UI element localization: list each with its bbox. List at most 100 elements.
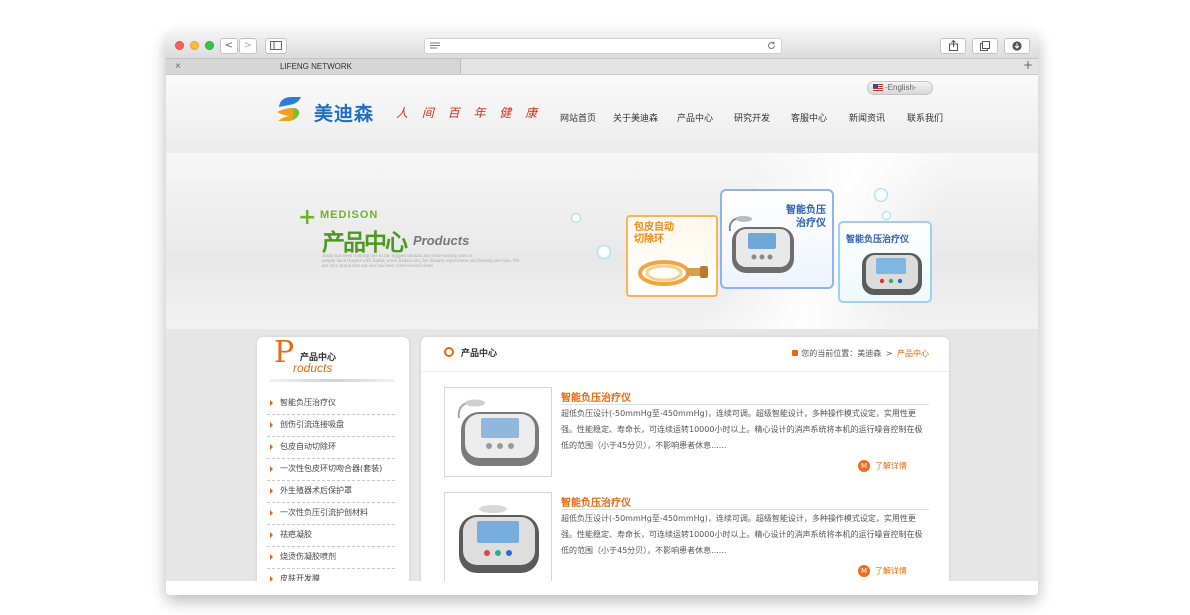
sidebar-item[interactable]: 智能负压治疗仪 [267, 392, 395, 415]
sidebar-toggle-button[interactable] [265, 38, 287, 54]
language-switch[interactable]: -English- [867, 81, 933, 95]
banner-card-device-small-label: 智能负压治疗仪 [846, 235, 910, 245]
share-button[interactable] [940, 38, 966, 54]
product-more-link[interactable]: M 了解详情 [858, 565, 907, 577]
arrow-right-icon [270, 488, 273, 494]
bubble-decoration [597, 245, 611, 259]
tab-title: LIFENG NETWORK [280, 62, 353, 71]
more-badge-icon: M [858, 460, 870, 472]
nav-news[interactable]: 新闻资讯 [849, 111, 885, 124]
reader-icon [430, 42, 440, 49]
breadcrumb-separator: > [885, 349, 893, 358]
sidebar-item[interactable]: 创伤引流连接吸盘 [267, 414, 395, 437]
brand-logo-icon [277, 97, 301, 122]
sidebar-icon [270, 41, 282, 50]
arrow-right-icon [270, 444, 273, 450]
brand-slogan: 人 间 百 年 健 康 [396, 106, 543, 120]
arrow-right-icon [270, 510, 273, 516]
tab-active[interactable]: × LIFENG NETWORK [166, 59, 461, 74]
product-description: 超低负压设计(-50mmHg至-450mmHg)，连续可调。超级智能设计，多种操… [561, 409, 923, 450]
banner-card-device-small[interactable]: 智能负压治疗仪 [838, 221, 932, 303]
panel-heading: 产品中心 [461, 349, 498, 359]
nav-home[interactable]: 网站首页 [560, 111, 596, 124]
forward-button[interactable]: > [239, 38, 257, 54]
product-image [459, 505, 539, 573]
chevron-right-icon: > [243, 40, 253, 51]
sidebar-item[interactable]: 包皮自动切除环 [267, 436, 395, 459]
vacuum-therapy-device-icon [728, 216, 794, 273]
product-sidebar: P 产品中心 roducts 智能负压治疗仪 创伤引流连接吸盘 包皮自动切除环 … [257, 335, 409, 581]
panel-header: 产品中心 您的当前位置：美迪森 > 产品中心 [421, 337, 949, 372]
breadcrumb-home-link[interactable]: 美迪森 [857, 349, 881, 358]
arrow-right-icon [270, 422, 273, 428]
sidebar-item[interactable]: 一次性包皮环切吻合器(套装) [267, 458, 395, 481]
breadcrumb-prefix: 您的当前位置： [801, 349, 858, 358]
sidebar-item[interactable]: 祛疤凝胶 [267, 524, 395, 547]
more-badge-icon: M [858, 565, 870, 577]
back-button[interactable]: < [220, 38, 238, 54]
nav-products[interactable]: 产品中心 [677, 111, 713, 124]
banner-plus-icon: + [298, 205, 317, 230]
site-header: 美迪森 人 间 百 年 健 康 -English- 网站首页 关于美迪森 产品中… [166, 75, 1038, 153]
sidebar-item[interactable]: 皮肤开发膜 [267, 568, 395, 581]
products-banner: + MEDISON 产品中心 Products Jiadal has been … [166, 153, 1038, 329]
minimize-window-button[interactable] [190, 41, 199, 50]
nav-about[interactable]: 关于美迪森 [613, 111, 658, 124]
product-more-link[interactable]: M 了解详情 [858, 460, 907, 472]
product-list-panel: 产品中心 您的当前位置：美迪森 > 产品中心 智能负压治疗仪 超低负压设计(-5… [421, 337, 949, 581]
sidebar-item[interactable]: 一次性负压引流护创材料 [267, 502, 395, 525]
zoom-window-button[interactable] [205, 41, 214, 50]
language-label: -English- [885, 83, 917, 92]
address-bar[interactable] [424, 38, 782, 54]
product-thumbnail[interactable] [444, 387, 552, 477]
share-icon [948, 39, 958, 51]
banner-en-brand: MEDISON [320, 209, 379, 221]
flag-icon [873, 84, 883, 91]
tabs-icon [980, 41, 990, 51]
sidebar-title-en: roducts [293, 361, 333, 375]
banner-cn-title: 产品中心 [322, 230, 408, 256]
product-title-link[interactable]: 智能负压治疗仪 [561, 389, 631, 404]
sidebar-item[interactable]: 烧烫伤凝胶喷剂 [267, 546, 395, 569]
download-icon [1012, 41, 1022, 51]
new-tab-button[interactable]: + [1023, 58, 1033, 72]
product-divider [561, 509, 929, 510]
banner-card-device-large[interactable]: 智能负压治疗仪 [720, 189, 834, 289]
webpage: 美迪森 人 间 百 年 健 康 -English- 网站首页 关于美迪森 产品中… [166, 75, 1038, 581]
product-thumbnail[interactable] [444, 492, 552, 581]
banner-card-ring-label: 包皮自动切除环 [634, 222, 674, 245]
nav-service[interactable]: 客服中心 [791, 111, 827, 124]
reload-icon[interactable] [767, 41, 776, 50]
tab-close-icon[interactable]: × [175, 59, 181, 74]
circumcision-ring-icon [638, 260, 708, 286]
chevron-left-icon: < [224, 40, 234, 51]
tab-bar: × LIFENG NETWORK + [166, 58, 1038, 75]
vacuum-therapy-device-small-icon [862, 253, 922, 295]
product-description: 超低负压设计(-50mmHg至-450mmHg)，连续可调。超级智能设计，多种操… [561, 514, 923, 555]
bubble-decoration [874, 188, 888, 202]
sidebar-big-letter: P [274, 335, 295, 370]
bubble-decoration [882, 211, 891, 220]
arrow-right-icon [270, 400, 273, 406]
downloads-button[interactable] [1004, 38, 1030, 54]
arrow-right-icon [270, 576, 273, 581]
browser-window: < > × LIFENG NETWORK + 美迪森 人 间 百 年 健 康 -… [166, 33, 1038, 581]
close-window-button[interactable] [175, 41, 184, 50]
banner-small-text: Jiadal has been running one of the bigge… [322, 254, 520, 269]
bubble-decoration [571, 213, 581, 223]
breadcrumb: 您的当前位置：美迪森 > 产品中心 [792, 348, 929, 359]
browser-toolbar: < > [166, 33, 1038, 59]
arrow-right-icon [270, 466, 273, 472]
product-image [457, 399, 539, 466]
banner-en-title: Products [413, 233, 470, 248]
breadcrumb-current: 产品中心 [897, 349, 929, 358]
tabs-overview-button[interactable] [972, 38, 998, 54]
nav-contact[interactable]: 联系我们 [907, 111, 943, 124]
section-bullet-icon [444, 347, 454, 357]
nav-research[interactable]: 研究开发 [734, 111, 770, 124]
home-icon [792, 350, 799, 356]
banner-card-ring[interactable]: 包皮自动切除环 [626, 215, 718, 297]
arrow-right-icon [270, 532, 273, 538]
sidebar-item[interactable]: 外生殖器术后保护罩 [267, 480, 395, 503]
product-title-link[interactable]: 智能负压治疗仪 [561, 494, 631, 509]
